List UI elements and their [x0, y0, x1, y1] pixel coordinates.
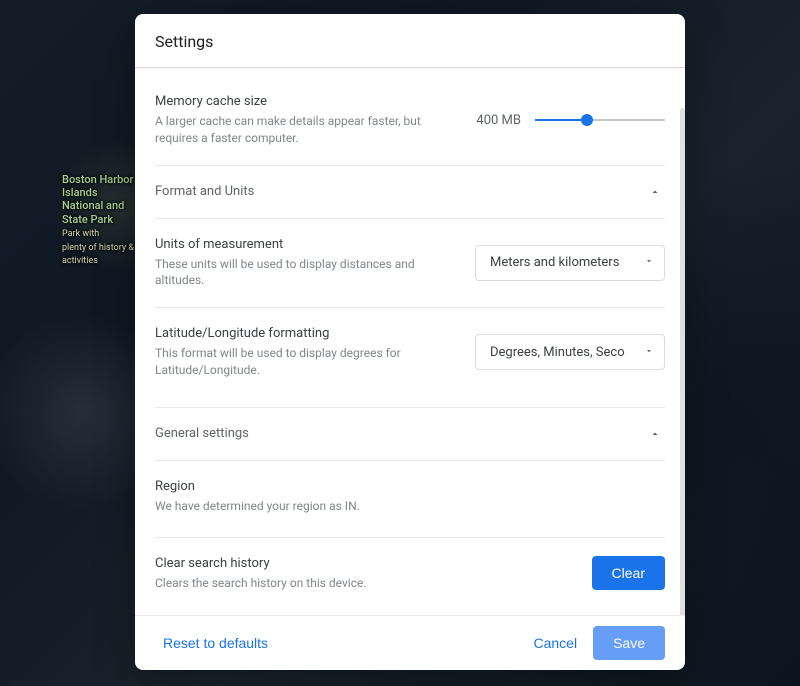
reset-defaults-button[interactable]: Reset to defaults [155, 626, 276, 660]
modal-title: Settings [155, 32, 665, 51]
units-select[interactable]: Meters and kilometers [475, 245, 665, 281]
chevron-up-icon [645, 424, 665, 444]
scrollbar[interactable] [680, 108, 685, 615]
units-title: Units of measurement [155, 237, 459, 252]
clear-history-desc: Clears the search history on this device… [155, 575, 576, 592]
row-latlon: Latitude/Longitude formatting This forma… [155, 308, 665, 397]
caret-down-icon [644, 345, 654, 360]
section-header-format-units[interactable]: Format and Units [155, 166, 665, 218]
latlon-select-value: Degrees, Minutes, Seco [490, 345, 625, 360]
modal-footer: Reset to defaults Cancel Save [135, 615, 685, 670]
row-clear-history: Clear search history Clears the search h… [155, 538, 665, 610]
region-title: Region [155, 479, 665, 494]
memory-cache-title: Memory cache size [155, 94, 460, 109]
cancel-button[interactable]: Cancel [525, 626, 585, 660]
region-desc: We have determined your region as IN. [155, 498, 665, 515]
latlon-select[interactable]: Degrees, Minutes, Seco [475, 334, 665, 370]
map-label: Boston Harbor Islands National and State… [62, 173, 134, 267]
caret-down-icon [644, 255, 654, 270]
section-header-general[interactable]: General settings [155, 408, 665, 460]
modal-body[interactable]: Memory cache size A larger cache can mak… [135, 68, 685, 615]
row-region: Region We have determined your region as… [155, 461, 665, 537]
save-button[interactable]: Save [593, 626, 665, 660]
row-memory-cache: Memory cache size A larger cache can mak… [155, 68, 665, 165]
row-units: Units of measurement These units will be… [155, 219, 665, 308]
section-title-format-units: Format and Units [155, 184, 254, 199]
latlon-title: Latitude/Longitude formatting [155, 326, 459, 341]
settings-modal: Settings Memory cache size A larger cach… [135, 14, 685, 670]
latlon-desc: This format will be used to display degr… [155, 345, 459, 379]
units-desc: These units will be used to display dist… [155, 256, 459, 290]
chevron-up-icon [645, 182, 665, 202]
section-title-general: General settings [155, 426, 249, 441]
units-select-value: Meters and kilometers [490, 255, 619, 270]
clear-history-title: Clear search history [155, 556, 576, 571]
clear-button[interactable]: Clear [592, 556, 665, 590]
memory-cache-value: 400 MB [476, 113, 521, 128]
memory-cache-slider[interactable] [535, 113, 665, 127]
memory-cache-desc: A larger cache can make details appear f… [155, 113, 460, 147]
modal-header: Settings [135, 14, 685, 68]
